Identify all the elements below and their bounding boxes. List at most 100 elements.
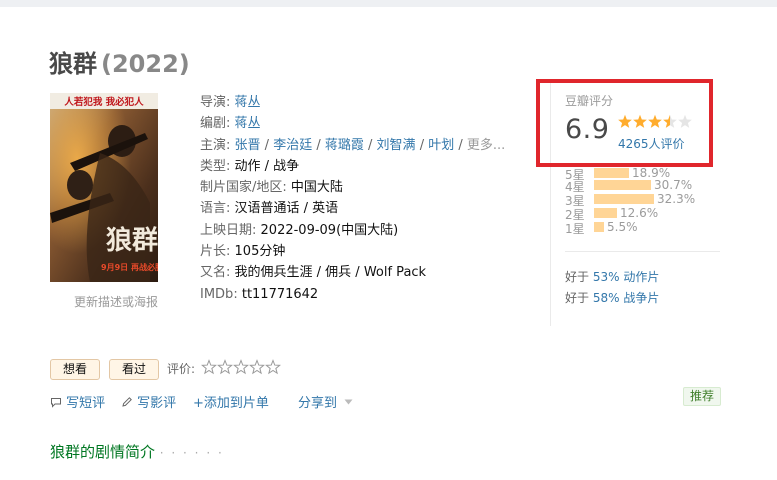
info-cast: 主演: 张晋 / 李治廷 / 蒋璐霞 / 刘智满 / 叶划 / 更多... — [200, 137, 506, 153]
rating-bar-pct: 30.7% — [654, 178, 693, 192]
release-value: 2022-09-09(中国大陆) — [260, 222, 399, 238]
rating-bar-pct: 32.3% — [657, 192, 696, 206]
write-review[interactable]: 写影评 — [121, 392, 176, 411]
rating-score: 6.9 — [565, 114, 610, 145]
poster-title-art: 狼群 — [106, 225, 158, 256]
release-label: 上映日期: — [200, 222, 257, 238]
aka-label: 又名: — [200, 265, 231, 281]
top-strip — [0, 0, 777, 7]
info-language: 语言: 汉语普通话 / 英语 — [200, 198, 530, 219]
genre-label: 类型: — [200, 158, 231, 174]
cast-label: 主演: — [200, 137, 231, 153]
share-dropdown[interactable]: 分享到 — [298, 392, 353, 411]
star-icon — [678, 114, 692, 128]
genre-value: 动作 / 战争 — [234, 158, 300, 174]
cast-link[interactable]: 蒋璐霞 — [325, 138, 364, 153]
rating-bar-fill — [594, 180, 651, 190]
star-icon — [648, 114, 662, 128]
imdb-label: IMDb: — [200, 286, 238, 302]
writer-label: 编剧: — [200, 116, 231, 132]
runtime-label: 片长: — [200, 244, 231, 260]
country-label: 制片国家/地区: — [200, 180, 287, 196]
cast-link[interactable]: 张晋 — [235, 138, 261, 153]
rating-bar-fill — [594, 168, 629, 178]
aka-value: 我的佣兵生涯 / 佣兵 / Wolf Pack — [234, 265, 427, 281]
star-icon[interactable] — [233, 359, 249, 375]
my-rating-label: 评价: — [167, 362, 196, 376]
synopsis-text-cut — [50, 474, 450, 480]
movie-year: (2022) — [101, 50, 190, 78]
speech-bubble-icon — [50, 396, 62, 411]
better-than-prefix: 好于 — [565, 291, 590, 305]
director-label: 导演: — [200, 95, 231, 110]
star-icon[interactable] — [249, 359, 265, 375]
movie-title: 狼群 (2022) — [49, 44, 190, 79]
rating-stars — [617, 114, 695, 133]
director-link[interactable]: 蒋丛 — [235, 95, 261, 110]
share-label: 分享到 — [298, 396, 338, 411]
write-review-link[interactable]: 写影评 — [137, 396, 176, 411]
better-than-link[interactable]: 58% 战争片 — [593, 291, 660, 305]
want-to-watch-button[interactable]: 想看 — [50, 359, 100, 380]
better-than-row: 好于 58% 战争片 — [565, 289, 659, 306]
info-director: 导演: 蒋丛 — [200, 92, 530, 113]
language-value: 汉语普通话 / 英语 — [234, 201, 339, 217]
info-writer: 编剧: 蒋丛 — [200, 113, 530, 134]
update-poster-link[interactable]: 更新描述或海报 — [74, 293, 158, 310]
rating-stars-graphic — [618, 114, 692, 128]
synopsis-heading: 狼群的剧情简介 · · · · · · — [50, 441, 224, 462]
rating-bar-fill — [594, 208, 617, 218]
star-icon — [618, 114, 632, 128]
cast-link[interactable]: 叶划 — [428, 138, 454, 153]
synopsis-title: 狼群的剧情简介 — [50, 443, 156, 461]
info-genre: 类型: 动作 / 战争 — [200, 156, 530, 177]
star-icon[interactable] — [265, 359, 281, 375]
star-icon[interactable] — [201, 359, 217, 375]
rating-bar-pct: 5.5% — [607, 220, 638, 234]
poster-release-art: 9月9日 再战必胜 — [101, 262, 158, 272]
language-label: 语言: — [200, 201, 231, 217]
recommend-button[interactable]: 推荐 — [683, 387, 722, 406]
synopsis-dots: · · · · · · — [159, 446, 224, 460]
info-country: 制片国家/地区: 中国大陆 — [200, 177, 530, 198]
better-than-pct: 53% — [592, 270, 620, 284]
rating-bar-fill — [594, 194, 654, 204]
rating-bar-fill — [594, 222, 604, 232]
rating-bar-label: 1星 — [565, 222, 585, 236]
my-rating-stars-graphic[interactable] — [201, 359, 283, 375]
cast-link[interactable]: 李治廷 — [273, 138, 312, 153]
pencil-icon — [121, 396, 133, 411]
better-than-link[interactable]: 53% 动作片 — [593, 270, 660, 284]
write-short-review[interactable]: 写短评 — [50, 392, 105, 411]
rating-tag: 豆瓣评分 — [565, 94, 614, 108]
poster-image: 人若犯我 我必犯人 狼群 9月9日 再战必胜 — [50, 93, 158, 282]
better-than-prefix: 好于 — [565, 270, 590, 284]
better-than-genre: 战争片 — [623, 291, 660, 305]
rating-count-link[interactable]: 4265人评价 — [618, 135, 685, 152]
writer-link[interactable]: 蒋丛 — [235, 116, 261, 131]
write-short-review-link[interactable]: 写短评 — [66, 396, 105, 411]
cast-link[interactable]: 刘智满 — [377, 138, 416, 153]
country-value: 中国大陆 — [290, 180, 343, 196]
better-than-pct: 58% — [592, 291, 620, 305]
info-imdb: IMDb: tt11771642 — [200, 284, 530, 305]
divider-horizontal — [565, 251, 720, 252]
triangle-down-icon — [341, 396, 353, 411]
star-icon — [663, 114, 677, 128]
star-icon[interactable] — [217, 359, 233, 375]
movie-poster[interactable]: 人若犯我 我必犯人 狼群 9月9日 再战必胜 — [50, 93, 158, 282]
runtime-value: 105分钟 — [234, 244, 286, 260]
movie-name: 狼群 — [49, 50, 97, 78]
cast-more-link[interactable]: 更多... — [467, 138, 505, 153]
info-runtime: 片长: 105分钟 — [200, 241, 530, 262]
watched-button[interactable]: 看过 — [109, 359, 159, 380]
movie-info: 导演: 蒋丛 编剧: 蒋丛 主演: 张晋 / 李治廷 / 蒋璐霞 / 刘智满 /… — [200, 92, 530, 305]
info-release: 上映日期: 2022-09-09(中国大陆) — [200, 220, 530, 241]
my-rating-stars[interactable] — [201, 359, 283, 378]
poster-tagline: 人若犯我 我必犯人 — [64, 96, 144, 108]
add-to-list[interactable]: +添加到片单 — [193, 392, 269, 411]
add-to-list-link[interactable]: +添加到片单 — [193, 396, 269, 411]
rating-bar-pct: 12.6% — [620, 206, 659, 220]
info-aka: 又名: 我的佣兵生涯 / 佣兵 / Wolf Pack — [200, 262, 530, 283]
better-than-row: 好于 53% 动作片 — [565, 268, 659, 285]
